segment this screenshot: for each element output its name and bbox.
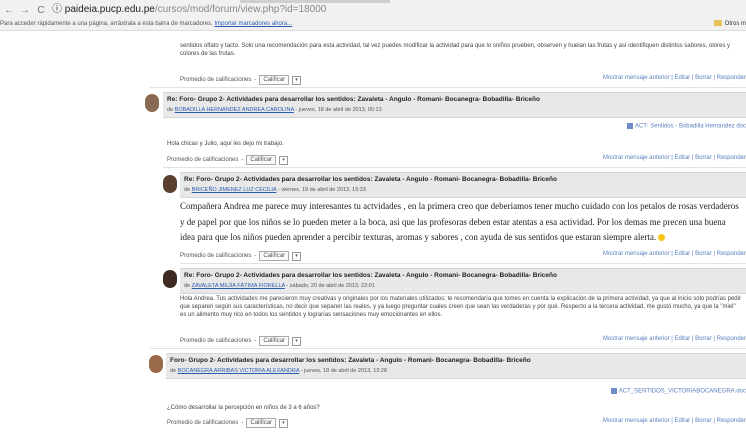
url-path: /cursos/mod/forum/view.php?id=18000 — [154, 4, 327, 15]
post-actions[interactable]: Mostrar mensaje anterior | Editar | Borr… — [603, 418, 746, 424]
post-body: ¿Cómo desarrollar la percepción en niños… — [167, 405, 320, 411]
post-header: Re: Foro- Grupo 2- Actividades para desa… — [180, 268, 746, 294]
post-byline: de BRICEÑO JIMENEZ LUZ CECILIA - viernes… — [184, 187, 366, 193]
rate-select[interactable]: Calificar — [246, 418, 277, 428]
post-body: Compañera Andrea me parece muy interesan… — [180, 199, 742, 246]
rating-dash: - — [254, 77, 257, 83]
dropdown-arrow-icon[interactable]: ▾ — [279, 155, 289, 165]
post-body-text: Compañera Andrea me parece muy interesan… — [180, 201, 739, 242]
post-actions[interactable]: Mostrar mensaje anterior | Editar | Borr… — [603, 251, 746, 257]
avatar — [163, 175, 177, 193]
folder-icon — [713, 20, 722, 27]
rate-select[interactable]: Calificar — [259, 251, 290, 261]
nav-buttons: ← → C — [4, 3, 46, 17]
avatar — [145, 94, 159, 112]
rating-label: Promedio de calificaciones — [180, 338, 252, 344]
rating-label: Promedio de calificaciones — [180, 253, 252, 259]
rating-dash: - — [254, 338, 257, 344]
attachment-icon — [610, 388, 617, 394]
other-bookmarks[interactable]: Otros m — [713, 18, 746, 30]
url-host: paideia.pucp.edu.pe — [64, 4, 155, 15]
rating-label: Promedio de calificaciones — [167, 420, 239, 426]
address-bar[interactable]: ⓘ paideia.pucp.edu.pe/cursos/mod/forum/v… — [52, 3, 746, 17]
post-title[interactable]: Re: Foro- Grupo 2- Actividades para desa… — [184, 272, 557, 279]
by-label: de — [170, 368, 177, 374]
dropdown-arrow-icon[interactable]: ▾ — [292, 251, 302, 261]
rating-dash: - — [241, 420, 244, 426]
post-header: Re: Foro- Grupo 2- Actividades para desa… — [180, 172, 746, 198]
rating-row: Promedio de calificaciones - Calificar ▾ — [180, 336, 302, 346]
dropdown-arrow-icon[interactable]: ▾ — [292, 75, 302, 85]
post-byline: de BOBADILLA HERNÁNDEZ ANDREA CAROLINA -… — [167, 107, 382, 113]
post-body: Hola Andrea. Tus actividades me parecier… — [180, 296, 741, 318]
by-label: de — [184, 187, 191, 193]
reload-icon[interactable]: C — [36, 5, 46, 16]
forward-icon[interactable]: → — [20, 5, 30, 16]
other-bookmarks-label: Otros m — [724, 21, 746, 27]
post-actions[interactable]: Mostrar mensaje anterior | Editar | Borr… — [603, 75, 746, 81]
rating-row: Promedio de calificaciones - Calificar ▾ — [180, 75, 302, 85]
post-actions[interactable]: Mostrar mensaje anterior | Editar | Borr… — [603, 336, 746, 342]
author-link[interactable]: BOBADILLA HERNÁNDEZ ANDREA CAROLINA — [175, 107, 294, 113]
rating-label: Promedio de calificaciones — [180, 77, 252, 83]
post-body: sentidos olfato y tacto. Solo una recome… — [180, 43, 730, 57]
post-byline: de BOCANEGRA ARRIBAS VICTORIA ALEXANDRA … — [170, 368, 387, 374]
rating-row: Promedio de calificaciones - Calificar ▾ — [167, 155, 289, 165]
bookmarks-bar: Para acceder rápidamente a una página, a… — [0, 18, 746, 30]
post-header: Foro- Grupo 2- Actividades para desarrol… — [166, 353, 746, 379]
post-title[interactable]: Re: Foro- Grupo 2- Actividades para desa… — [167, 96, 540, 103]
forum-content: sentidos olfato y tacto. Solo una recome… — [0, 30, 746, 432]
rate-select[interactable]: Calificar — [246, 155, 277, 165]
info-icon[interactable]: ⓘ — [52, 4, 62, 15]
by-label: de — [184, 283, 191, 289]
post-date: - jueves, 18 de abril de 2013, 00:13 — [295, 107, 382, 113]
divider — [180, 263, 746, 264]
post-date: - jueves, 18 de abril de 2013, 13:28 — [300, 368, 387, 374]
author-link[interactable]: ZAVALETA MEJÍA FÁTIMA FIORELLA — [192, 283, 285, 289]
bookmarks-hint: Para acceder rápidamente a una página, a… — [0, 21, 213, 27]
divider — [163, 167, 746, 168]
rating-dash: - — [241, 157, 244, 163]
post-actions[interactable]: Mostrar mensaje anterior | Editar | Borr… — [603, 155, 746, 161]
smiley-icon — [658, 234, 666, 242]
attachment-name: ACT_SENTIDOS_VICTORIABOCANEGRA.doc — [618, 388, 746, 395]
rating-label: Promedio de calificaciones — [167, 157, 239, 163]
attachment-link[interactable]: ACT- Sentidos - Bobadilla Hernández doc — [626, 123, 746, 130]
attachment-link[interactable]: ACT_SENTIDOS_VICTORIABOCANEGRA.doc — [610, 388, 746, 395]
avatar — [163, 270, 177, 288]
by-label: de — [167, 107, 174, 113]
import-bookmarks-link[interactable]: Importar marcadores ahora... — [214, 21, 292, 27]
attachment-icon — [626, 123, 633, 129]
browser-chrome: ← → C ⓘ paideia.pucp.edu.pe/cursos/mod/f… — [0, 0, 746, 31]
divider — [150, 348, 746, 349]
post-title[interactable]: Foro- Grupo 2- Actividades para desarrol… — [170, 357, 531, 364]
dropdown-arrow-icon[interactable]: ▾ — [292, 336, 302, 346]
attachment-name: ACT- Sentidos - Bobadilla Hernández doc — [634, 123, 746, 130]
author-link[interactable]: BOCANEGRA ARRIBAS VICTORIA ALEXANDRA — [178, 368, 300, 374]
rate-select[interactable]: Calificar — [259, 336, 290, 346]
post-body: Hola chicas y Julio, aquí les dejo mi tr… — [167, 141, 284, 147]
divider — [150, 87, 746, 88]
post-header: Re: Foro- Grupo 2- Actividades para desa… — [163, 92, 746, 118]
rating-row: Promedio de calificaciones - Calificar ▾ — [180, 251, 302, 261]
avatar — [149, 355, 163, 373]
dropdown-arrow-icon[interactable]: ▾ — [279, 418, 289, 428]
post-date: - sábado, 20 de abril de 2013, 22:01 — [286, 283, 375, 289]
author-link[interactable]: BRICEÑO JIMENEZ LUZ CECILIA — [192, 187, 277, 193]
back-icon[interactable]: ← — [4, 5, 14, 16]
rate-select[interactable]: Calificar — [259, 75, 290, 85]
rating-dash: - — [254, 253, 257, 259]
post-date: - viernes, 19 de abril de 2013, 15:33 — [277, 187, 366, 193]
rating-row: Promedio de calificaciones - Calificar ▾ — [167, 418, 289, 428]
post-title[interactable]: Re: Foro- Grupo 2- Actividades para desa… — [184, 176, 557, 183]
post-byline: de ZAVALETA MEJÍA FÁTIMA FIORELLA - sába… — [184, 283, 375, 289]
